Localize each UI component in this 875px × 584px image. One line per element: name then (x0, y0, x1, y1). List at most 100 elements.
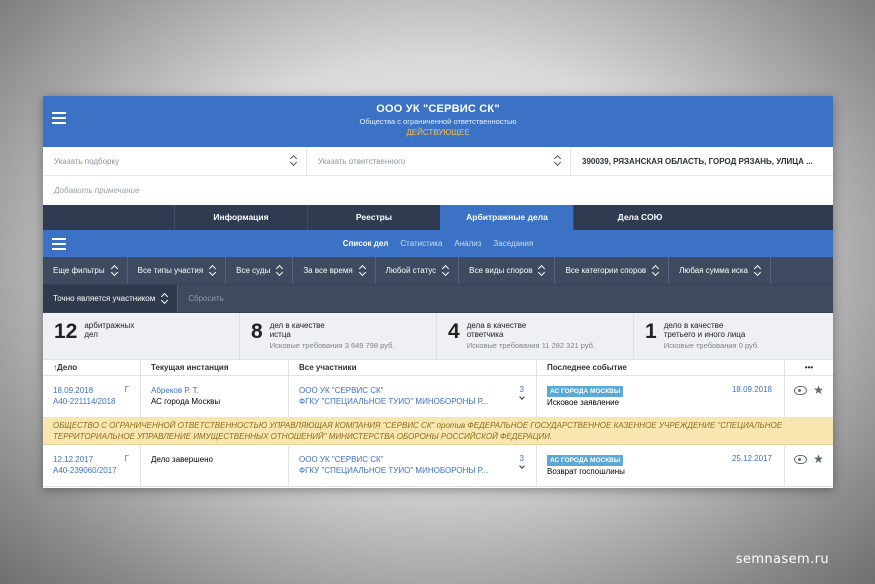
participants-cell: ООО УК "СЕРВИС СК" ФГКУ "СПЕЦИАЛЬНОЕ ТУИ… (289, 445, 537, 486)
selector-row: Указать подборку Указать ответственного … (43, 147, 833, 176)
updown-chevron-icon (652, 265, 659, 277)
filter-exact-participant[interactable]: Точно является участником (43, 285, 179, 312)
updown-chevron-icon (161, 293, 168, 305)
stat-label: дел в качестве (269, 321, 325, 330)
court-badge: АС ГОРОДА МОСКВЫ (547, 455, 624, 466)
filter-dispute-category[interactable]: Все категории споров (555, 257, 670, 284)
stat-label: ответчика (466, 330, 504, 339)
filter-label: Все виды споров (469, 266, 533, 275)
collection-select[interactable]: Указать подборку (43, 147, 307, 175)
participant-link[interactable]: ФГКУ "СПЕЦИАЛЬНОЕ ТУИО" МИНОБОРОНЫ Р... (299, 465, 536, 476)
filter-label: За все время (303, 266, 353, 275)
menu-icon[interactable] (52, 112, 66, 124)
company-subtitle: Общества с ограниченной ответственностью (359, 117, 517, 126)
stat-label: дела в качестве (466, 321, 527, 330)
participant-link[interactable]: ФГКУ "СПЕЦИАЛЬНОЕ ТУИО" МИНОБОРОНЫ Р... (299, 396, 536, 407)
tab-general-court-cases[interactable]: Дела СОЮ (573, 205, 706, 230)
row-actions: ★ (785, 445, 833, 486)
judge-name[interactable]: Абреков Р. Т. (151, 385, 288, 396)
table-row[interactable]: 12.12.2017 Г А40-239060/2017 Дело заверш… (43, 445, 833, 487)
filter-row: Точно является участником Сбросить (43, 285, 833, 313)
stat-total[interactable]: 12 арбитражных дел (43, 313, 240, 359)
event-date[interactable]: 18.09.2018 (732, 385, 772, 394)
row-actions: ★ (785, 376, 833, 417)
eye-icon[interactable] (794, 386, 808, 395)
filter-claim-amount[interactable]: Любая сумма иска (669, 257, 771, 284)
menu-icon[interactable] (52, 238, 66, 250)
column-case[interactable]: ↑Дело (43, 360, 141, 375)
subtab-statistics[interactable]: Статистика (400, 239, 442, 248)
event-cell: АС ГОРОДА МОСКВЫ 25.12.2017 Возврат госп… (537, 445, 785, 486)
case-notice: ОБЩЕСТВО С ОГРАНИЧЕННОЙ ОТВЕТСТВЕННОСТЬЮ… (43, 418, 833, 445)
case-cell: 12.12.2017 Г А40-239060/2017 (43, 445, 141, 486)
case-status: Дело завершено (151, 455, 213, 464)
updown-chevron-icon (554, 155, 561, 167)
court-name: АС города Москвы (151, 397, 221, 406)
case-number[interactable]: А40-239060/2017 (53, 465, 140, 476)
stat-number: 12 (54, 320, 78, 343)
app-window: ООО УК "СЕРВИС СК" Общества с ограниченн… (43, 96, 833, 488)
tab-registries[interactable]: Реестры (307, 205, 440, 230)
column-last-event[interactable]: Последнее событие (537, 360, 785, 375)
updown-chevron-icon (111, 265, 118, 277)
subtab-case-list[interactable]: Список дел (343, 239, 389, 248)
updown-chevron-icon (209, 265, 216, 277)
updown-chevron-icon (276, 265, 283, 277)
filter-courts[interactable]: Все суды (226, 257, 294, 284)
event-cell: АС ГОРОДА МОСКВЫ 18.09.2018 Исковое заяв… (537, 376, 785, 417)
filter-status[interactable]: Любой статус (376, 257, 460, 284)
more-icon[interactable]: ••• (785, 360, 833, 375)
table-header: ↑Дело Текущая инстанция Все участники По… (43, 360, 833, 376)
stat-number: 4 (448, 320, 460, 343)
filter-more[interactable]: Еще фильтры (43, 257, 128, 284)
subtab-hearings[interactable]: Заседания (493, 239, 533, 248)
instance-cell: Дело завершено (141, 445, 289, 486)
filter-row: Еще фильтры Все типы участия Все суды За… (43, 257, 833, 285)
participants-cell: ООО УК "СЕРВИС СК" ФГКУ "СПЕЦИАЛЬНОЕ ТУИ… (289, 376, 537, 417)
main-tabs: Информация Реестры Арбитражные дела Дела… (43, 205, 833, 230)
participant-link[interactable]: ООО УК "СЕРВИС СК" (299, 385, 536, 396)
filter-period[interactable]: За все время (293, 257, 376, 284)
stat-claims: Исковые требования 3 649 798 руб. (269, 341, 395, 350)
star-icon[interactable]: ★ (813, 383, 824, 397)
responsible-select[interactable]: Указать ответственного (307, 147, 571, 175)
note-placeholder: Добавить примечание (54, 186, 140, 195)
collection-select-placeholder: Указать подборку (54, 156, 120, 166)
case-number[interactable]: А40-221114/2018 (53, 396, 140, 407)
filter-label: Любая сумма иска (679, 266, 748, 275)
subtab-analysis[interactable]: Анализ (454, 239, 481, 248)
filter-dispute-type[interactable]: Все виды споров (459, 257, 556, 284)
address-field[interactable]: 390039, РЯЗАНСКАЯ ОБЛАСТЬ, ГОРОД РЯЗАНЬ,… (571, 147, 833, 175)
case-cell: 18.09.2018 Г А40-221114/2018 (43, 376, 141, 417)
filter-participation-type[interactable]: Все типы участия (128, 257, 227, 284)
tab-arbitration-cases[interactable]: Арбитражные дела (440, 205, 573, 230)
table-row[interactable]: 18.09.2018 Г А40-221114/2018 Абреков Р. … (43, 376, 833, 418)
star-icon[interactable]: ★ (813, 452, 824, 466)
column-instance[interactable]: Текущая инстанция (141, 360, 289, 375)
watermark: semnasem.ru (735, 552, 829, 567)
reset-filters-button[interactable]: Сбросить (178, 285, 246, 312)
responsible-select-placeholder: Указать ответственного (318, 156, 406, 166)
filter-panel: Еще фильтры Все типы участия Все суды За… (43, 257, 833, 313)
stat-label: истца (269, 330, 291, 339)
stat-label: третьего и иного лица (663, 330, 746, 339)
stat-label: арбитражных (84, 321, 135, 330)
stat-number: 8 (251, 320, 263, 343)
filter-label: Все типы участия (137, 266, 204, 275)
column-participants[interactable]: Все участники (289, 360, 537, 375)
stat-defendant[interactable]: 4 дела в качестве ответчика Исковые треб… (437, 313, 634, 359)
participant-count: 3 (519, 454, 524, 463)
updown-chevron-icon (538, 265, 545, 277)
event-date[interactable]: 25.12.2017 (732, 454, 772, 463)
company-status: ДЕЙСТВУЮЩЕЕ (406, 128, 470, 137)
filter-label: Еще фильтры (53, 266, 105, 275)
eye-icon[interactable] (794, 455, 808, 464)
stat-plaintiff[interactable]: 8 дел в качестве истца Исковые требовани… (240, 313, 437, 359)
note-field[interactable]: Добавить примечание (43, 176, 833, 205)
event-name: Исковое заявление (547, 398, 620, 407)
stat-third-party[interactable]: 1 дело в качестве третьего и иного лица … (634, 313, 831, 359)
tab-information[interactable]: Информация (174, 205, 307, 230)
participant-link[interactable]: ООО УК "СЕРВИС СК" (299, 454, 536, 465)
filter-label: Точно является участником (53, 294, 156, 303)
filter-label: Все суды (236, 266, 271, 275)
